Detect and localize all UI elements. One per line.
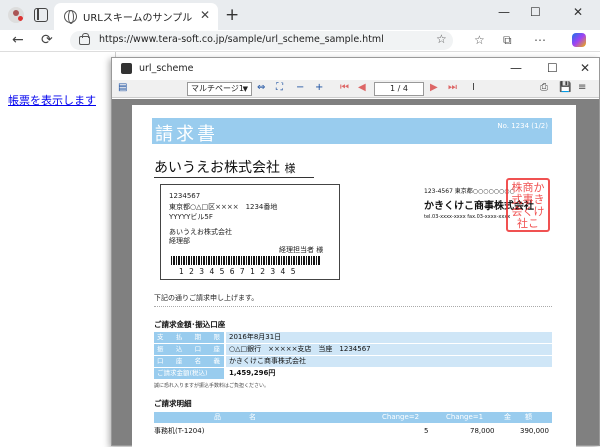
url-text[interactable]: https://www.tera-soft.co.jp/sample/url_s… — [99, 34, 384, 45]
payment-table: 支払期限 2016年8月31日 振込口座 ○△□銀行 ×××××支店 当座 1234… — [154, 332, 552, 380]
pdf-viewer-window: url_scheme — ☐ ✕ ▤ マルチページ1 ▼ ⇔ ⛶ − + ⏮ ◀ … — [111, 57, 600, 447]
fit-width-icon[interactable]: ⇔ — [257, 82, 265, 93]
pdf-window-title: url_scheme — [139, 63, 194, 74]
tab-close-icon[interactable]: ✕ — [200, 8, 210, 22]
recipient-dept: 経理部 — [169, 237, 190, 245]
table-row: 口座名義 かきくけこ商事株式会社 — [154, 356, 552, 367]
postal-code: 1234567 — [169, 192, 201, 200]
sidebar-toggle-icon[interactable]: ▤ — [118, 82, 127, 93]
invoice-title-bar: 請求書 No. 1234 (1/2) — [152, 118, 552, 145]
first-page-icon[interactable]: ⏮ — [340, 82, 349, 93]
pdf-title-bar: url_scheme — ☐ ✕ — [112, 58, 599, 80]
holder-label: 口座名義 — [154, 356, 224, 367]
lock-icon[interactable] — [79, 33, 90, 45]
zoom-out-button[interactable]: − — [296, 82, 304, 93]
table-row: 事務机(T-1204) 5 78,000 390,000 — [154, 426, 552, 437]
holder-value: かきくけこ商事株式会社 — [226, 356, 552, 367]
more-menu-icon[interactable]: ⋯ — [534, 33, 546, 47]
barcode-digits: 1 2 3 4 5 6 7 1 2 3 4 5 — [179, 267, 297, 276]
recipient-contact: 経理担当者 様 — [279, 245, 323, 255]
pdf-close-button[interactable]: ✕ — [580, 61, 590, 75]
divider — [154, 306, 552, 307]
close-button[interactable]: ✕ — [573, 5, 583, 19]
zoom-select[interactable]: マルチページ1 ▼ — [187, 82, 252, 96]
refresh-button[interactable]: ⟳ — [41, 32, 53, 48]
print-icon[interactable]: ⎙ — [540, 82, 548, 93]
col-price-header: Change=1 — [446, 413, 484, 421]
company-seal-stamp: 株商か 式事き 会くけ 社こ — [506, 178, 550, 232]
address-line-2: YYYYYビル5F — [169, 213, 213, 221]
col-item-header: 品 名 — [214, 413, 256, 421]
section-payment-heading: ご請求金額･振込口座 — [154, 320, 226, 329]
amount-value: 1,459,296円 — [226, 368, 552, 379]
new-tab-button[interactable]: + — [225, 5, 239, 25]
pdf-minimize-button[interactable]: — — [510, 61, 522, 75]
split-screen-icon[interactable]: ⧉ — [503, 33, 512, 48]
row-amount: 390,000 — [520, 427, 549, 435]
amount-label: ご請求金額(税込) — [154, 368, 224, 379]
postal-barcode — [171, 256, 321, 265]
prev-page-icon[interactable]: ◀ — [358, 82, 366, 93]
maximize-button[interactable]: ☐ — [530, 5, 541, 19]
zoom-value: マルチページ1 — [191, 84, 244, 93]
intro-text: 下記の通りご請求申し上げます。 — [154, 294, 259, 302]
bank-value: ○△□銀行 ×××××支店 当座 1234567 — [226, 344, 552, 355]
customer-name-text: あいうえお株式会社 — [154, 160, 280, 176]
pdf-toolbar: ▤ マルチページ1 ▼ ⇔ ⛶ − + ⏮ ◀ 1 / 4 ▶ ⏭ I ⎙ 💾 ≡ — [112, 80, 599, 98]
save-icon[interactable]: 💾 — [559, 82, 571, 93]
menu-icon[interactable]: ≡ — [578, 82, 586, 93]
profile-avatar[interactable] — [8, 7, 24, 23]
app-icon — [121, 63, 132, 74]
customer-name: あいうえお株式会社 様 — [154, 157, 314, 178]
issuer-address: 123-4567 東京都○○○○○○○○ — [424, 188, 515, 195]
table-row: 振込口座 ○△□銀行 ×××××支店 当座 1234567 — [154, 344, 552, 355]
invoice-title: 請求書 — [155, 124, 218, 145]
last-page-icon[interactable]: ⏭ — [448, 82, 457, 93]
tab-title: URLスキームのサンプル — [83, 13, 193, 24]
page-number-input[interactable]: 1 / 4 — [374, 82, 424, 96]
text-cursor-icon[interactable]: I — [472, 82, 475, 93]
recipient-contact-suffix: 様 — [316, 246, 324, 254]
issuer-tel: tel.03-xxxx-xxxx fax.03-xxxx-xxxx — [424, 214, 511, 220]
section-details-heading: ご請求明細 — [154, 399, 192, 408]
row-item: 事務机(T-1204) — [154, 427, 205, 435]
pdf-maximize-button[interactable]: ☐ — [547, 61, 558, 75]
page-left-area: 帳票を表示します — [0, 52, 116, 267]
details-header: 品 名 Change=2 Change=1 金 額 — [154, 412, 552, 423]
minimize-button[interactable]: — — [498, 5, 510, 19]
favorite-star-icon[interactable]: ☆ — [436, 32, 447, 46]
invoice-page: 請求書 No. 1234 (1/2) あいうえお株式会社 様 1234567 東… — [132, 105, 576, 447]
customer-suffix: 様 — [284, 162, 296, 175]
due-value: 2016年8月31日 — [226, 332, 552, 343]
bank-label: 振込口座 — [154, 344, 224, 355]
due-label: 支払期限 — [154, 332, 224, 343]
table-row: 支払期限 2016年8月31日 — [154, 332, 552, 343]
show-report-link[interactable]: 帳票を表示します — [8, 92, 96, 108]
table-row: ご請求金額(税込) 1,459,296円 — [154, 368, 552, 379]
row-qty: 5 — [424, 427, 429, 435]
fit-page-icon[interactable]: ⛶ — [276, 82, 283, 93]
next-page-icon[interactable]: ▶ — [430, 82, 438, 93]
active-tab[interactable]: URLスキームのサンプル ✕ — [54, 3, 218, 30]
col-amount-header: 金 額 — [504, 413, 532, 421]
fine-print: 誠に恐れ入りますが振込手数料はご負担ください。 — [154, 383, 270, 389]
address-box: 1234567 東京都○△□区×××× 1234番地 YYYYYビル5F あいう… — [160, 184, 340, 280]
zoom-in-button[interactable]: + — [315, 82, 323, 93]
pdf-document-area[interactable]: 請求書 No. 1234 (1/2) あいうえお株式会社 様 1234567 東… — [112, 99, 599, 447]
tab-bar: URLスキームのサンプル ✕ + — ☐ ✕ — [0, 0, 600, 30]
recipient-contact-name: 経理担当者 — [279, 246, 314, 254]
row-price: 78,000 — [470, 427, 495, 435]
copilot-icon[interactable] — [572, 33, 586, 47]
chevron-down-icon: ▼ — [242, 85, 248, 93]
invoice-number: No. 1234 (1/2) — [497, 122, 548, 130]
favorites-icon[interactable]: ☆ — [474, 33, 485, 47]
browser-toolbar: ← ⟳ https://www.tera-soft.co.jp/sample/u… — [0, 30, 600, 52]
globe-icon — [64, 10, 77, 24]
back-button[interactable]: ← — [12, 32, 24, 48]
address-line-1: 東京都○△□区×××× 1234番地 — [169, 203, 278, 211]
address-bar[interactable]: https://www.tera-soft.co.jp/sample/url_s… — [70, 31, 453, 50]
tab-actions-icon[interactable] — [34, 8, 48, 22]
col-qty-header: Change=2 — [382, 413, 420, 421]
